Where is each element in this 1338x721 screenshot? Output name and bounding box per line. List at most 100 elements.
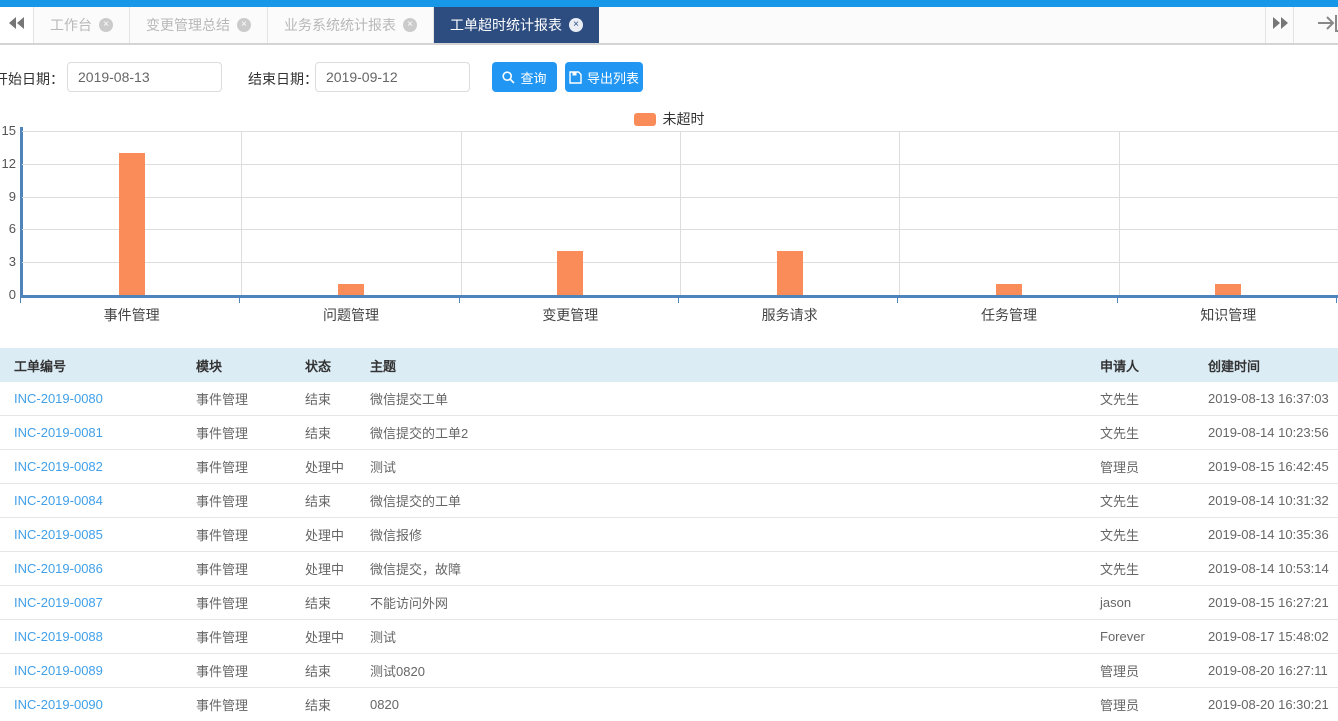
chart-legend[interactable]: 未超时 (0, 109, 1338, 129)
table-row: INC-2019-0086 事件管理 处理中 微信提交，故障 文先生 2019-08-14… (0, 552, 1338, 586)
tab-label: 业务系统统计报表 (284, 17, 396, 33)
cell-created-time: 2019-08-14 10:53:14 (1208, 561, 1329, 576)
cell-applicant: 文先生 (1100, 562, 1140, 577)
x-axis-tick (20, 298, 21, 303)
cell-applicant: 文先生 (1100, 426, 1140, 441)
cell-applicant: 文先生 (1100, 528, 1140, 543)
table-row: INC-2019-0084 事件管理 结束 微信提交的工单 文先生 2019-08-14 … (0, 484, 1338, 518)
tab-list: 工作台 × 变更管理总结 × 业务系统统计报表 × 工单超时统计报表 × (33, 7, 599, 43)
cell-module: 事件管理 (196, 698, 249, 713)
tab-2[interactable]: 变更管理总结 × (130, 7, 268, 43)
top-accent-strip (0, 0, 1338, 7)
header-status: 状态 (305, 358, 332, 374)
legend-swatch (633, 112, 656, 126)
tabs-scroll-left-button[interactable] (0, 7, 33, 43)
cell-status: 处理中 (305, 562, 345, 577)
y-axis-tick-label: 0 (8, 287, 16, 302)
bar-事件管理 (118, 152, 145, 295)
cell-ticket-id[interactable]: INC-2019-0081 (14, 425, 196, 440)
cell-ticket-id[interactable]: INC-2019-0089 (14, 663, 196, 678)
cell-subject: 微信报修 (370, 528, 423, 543)
cell-module: 事件管理 (196, 630, 249, 645)
category-label: 问题管理 (322, 307, 379, 323)
tab-label: 变更管理总结 (146, 17, 230, 33)
tab-close-icon[interactable]: × (403, 18, 417, 32)
cell-ticket-id[interactable]: INC-2019-0084 (14, 493, 196, 508)
cell-subject: 微信提交工单 (370, 392, 449, 407)
cell-ticket-id[interactable]: INC-2019-0087 (14, 595, 196, 610)
start-date-input[interactable] (67, 62, 222, 92)
category-label: 服务请求 (761, 307, 818, 323)
tab-label: 工作台 (50, 17, 92, 33)
tab-close-icon[interactable]: × (237, 18, 251, 32)
cell-applicant: 文先生 (1100, 494, 1140, 509)
cell-status: 处理中 (305, 630, 345, 645)
double-chevron-right-icon (1272, 16, 1288, 34)
x-axis-tick (897, 298, 899, 303)
table-row: INC-2019-0080 事件管理 结束 微信提交工单 文先生 2019-08-13 1… (0, 382, 1338, 416)
tab-close-icon[interactable]: × (99, 18, 113, 32)
cell-module: 事件管理 (196, 664, 249, 679)
cell-ticket-id[interactable]: INC-2019-0086 (14, 561, 196, 576)
cell-module: 事件管理 (196, 392, 249, 407)
search-icon (502, 70, 516, 84)
gridline-vertical (241, 131, 243, 295)
table-body: INC-2019-0080 事件管理 结束 微信提交工单 文先生 2019-08-13 1… (0, 382, 1338, 721)
cell-ticket-id[interactable]: INC-2019-0090 (14, 697, 196, 712)
exit-button[interactable] (1308, 7, 1338, 43)
cell-created-time: 2019-08-15 16:27:21 (1208, 595, 1329, 610)
cell-subject: 测试 (370, 460, 397, 475)
gridline-vertical (460, 131, 462, 295)
export-button[interactable]: 导出列表 (565, 62, 643, 92)
cell-applicant: 文先生 (1100, 392, 1140, 407)
cell-applicant: 管理员 (1100, 698, 1140, 713)
cell-module: 事件管理 (196, 426, 249, 441)
table-row: INC-2019-0088 事件管理 处理中 测试 Forever 2019-08-17 … (0, 620, 1338, 654)
cell-status: 处理中 (305, 460, 345, 475)
app-window: 工作台 × 变更管理总结 × 业务系统统计报表 × 工单超时统计报表 × 开始日期： 结束日期… (0, 0, 1338, 721)
cell-subject: 测试0820 (370, 664, 425, 679)
table-row: INC-2019-0081 事件管理 结束 微信提交的工单2 文先生 2019-08-14… (0, 416, 1338, 450)
category-label: 知识管理 (1200, 307, 1257, 323)
category-label: 事件管理 (103, 307, 160, 323)
cell-status: 结束 (305, 426, 332, 441)
cell-status: 结束 (305, 392, 332, 407)
cell-module: 事件管理 (196, 562, 249, 577)
x-axis-tick (1336, 298, 1337, 303)
header-applicant: 申请人 (1100, 358, 1140, 374)
end-date-label: 结束日期： (248, 71, 318, 87)
tab-1[interactable]: 工作台 × (33, 7, 130, 43)
tab-4[interactable]: 工单超时统计报表 × (434, 7, 599, 43)
start-date-label: 开始日期： (0, 71, 64, 87)
cell-subject: 0820 (370, 697, 399, 712)
cell-created-time: 2019-08-13 16:37:03 (1208, 391, 1329, 406)
end-date-input[interactable] (315, 62, 470, 92)
gridline-vertical (1118, 131, 1120, 295)
y-axis-tick-label: 9 (8, 188, 16, 204)
tabs-scroll-right-button[interactable] (1265, 7, 1294, 43)
tab-close-icon[interactable]: × (569, 18, 583, 32)
tab-3[interactable]: 业务系统统计报表 × (268, 7, 434, 43)
gridline-vertical (899, 131, 901, 295)
cell-module: 事件管理 (196, 528, 249, 543)
cell-ticket-id[interactable]: INC-2019-0080 (14, 391, 196, 406)
cell-ticket-id[interactable]: INC-2019-0082 (14, 459, 196, 474)
category-label: 变更管理 (542, 307, 599, 323)
cell-created-time: 2019-08-20 16:27:11 (1208, 663, 1328, 678)
cell-module: 事件管理 (196, 494, 249, 509)
cell-status: 结束 (305, 494, 332, 509)
cell-created-time: 2019-08-20 16:30:21 (1208, 697, 1329, 712)
cell-module: 事件管理 (196, 596, 249, 611)
double-chevron-left-icon (8, 16, 25, 34)
table-row: INC-2019-0087 事件管理 结束 不能访问外网 jason 2019-08-15… (0, 586, 1338, 620)
logout-icon (1316, 14, 1338, 37)
bar-任务管理 (996, 284, 1022, 295)
cell-ticket-id[interactable]: INC-2019-0085 (14, 527, 196, 542)
y-axis-tick-label: 3 (8, 254, 16, 270)
table-row: INC-2019-0090 事件管理 结束 0820 管理员 2019-08-20 16:… (0, 688, 1338, 721)
cell-applicant: jason (1100, 595, 1132, 610)
query-button[interactable]: 查询 (492, 62, 557, 92)
table-header-row: 工单编号 模块 状态 主题 申请人 创建时间 (0, 348, 1338, 382)
cell-created-time: 2019-08-14 10:31:32 (1208, 493, 1329, 508)
cell-ticket-id[interactable]: INC-2019-0088 (14, 629, 196, 644)
